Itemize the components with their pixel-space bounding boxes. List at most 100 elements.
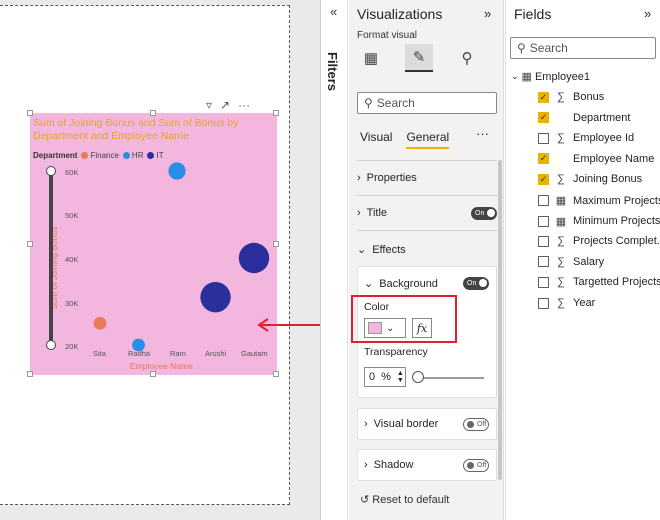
field-checkbox[interactable] (538, 276, 549, 288)
field-checkbox[interactable] (538, 195, 549, 206)
transparency-unit: % (381, 371, 391, 383)
expand-filters-icon[interactable]: « (330, 4, 337, 19)
table-name: Employee1 (534, 70, 590, 83)
field-item[interactable]: ▦ Maximum Projects (538, 194, 660, 207)
fields-search-input[interactable]: ⚲ Search (510, 37, 656, 59)
field-label: Minimum Projects (573, 215, 660, 228)
field-label: Employee Id (573, 132, 635, 145)
chevron-right-icon: › (364, 459, 368, 471)
visual-border-toggle-text: Off (477, 421, 487, 428)
data-point-ram[interactable] (168, 162, 186, 180)
field-checkbox[interactable] (538, 235, 549, 247)
canvas-bottom-bar (0, 505, 320, 520)
more-options-icon[interactable]: ··· (238, 98, 250, 112)
reset-label: Reset to default (372, 494, 450, 506)
field-label: Employee Name (573, 152, 655, 165)
transparency-label: Transparency (364, 346, 504, 358)
field-label: Joining Bonus (573, 173, 643, 186)
visualizations-scrollbar[interactable] (498, 160, 502, 480)
field-item[interactable]: ▦ Minimum Projects (538, 215, 660, 228)
format-visual-icon[interactable]: ✎ (405, 44, 433, 72)
data-point-sita[interactable] (93, 316, 107, 330)
collapse-visualizations-icon[interactable]: » (484, 6, 491, 21)
resize-handle[interactable] (27, 371, 33, 377)
search-icon: ⚲ (364, 96, 373, 110)
format-visual-label: Format visual (357, 30, 418, 41)
field-checkbox[interactable] (538, 256, 549, 268)
transparency-label-text: Transparency (364, 346, 428, 358)
field-checkbox[interactable]: ✓ (538, 153, 549, 165)
filter-icon[interactable]: ▿ (206, 98, 212, 112)
table-icon: ▦ (521, 71, 532, 83)
sigma-icon: ∑ (557, 132, 565, 145)
reset-icon: ↺ (360, 494, 370, 506)
field-label: Projects Complet... (573, 235, 660, 248)
field-label: Department (573, 111, 631, 124)
field-item[interactable]: ✓ ∑ Joining Bonus (538, 173, 642, 185)
resize-handle[interactable] (27, 110, 33, 116)
reset-to-default-button[interactable]: ↺ Reset to default (360, 493, 449, 506)
resize-handle[interactable] (273, 371, 279, 377)
divider (357, 230, 497, 231)
background-toggle-text: On (467, 280, 477, 287)
collapse-fields-icon[interactable]: » (644, 6, 651, 21)
field-checkbox[interactable] (538, 215, 549, 227)
field-item[interactable]: ∑ Salary (538, 256, 604, 268)
format-search-input[interactable]: ⚲ Search (357, 92, 497, 114)
spinner-icon[interactable]: ▲ ▼ (397, 370, 404, 384)
field-item[interactable]: ✓ Employee Name (538, 153, 654, 165)
field-label: Targetted Projects (573, 276, 660, 289)
table-employee1[interactable]: ⌄ ▦ Employee1 (511, 70, 590, 84)
resize-handle[interactable] (273, 241, 279, 247)
field-item[interactable]: ∑ Targetted Projects (538, 276, 660, 288)
transparency-slider-handle[interactable] (412, 371, 424, 383)
field-item[interactable]: ∑ Year (538, 297, 595, 309)
build-visual-icon[interactable]: ▦ (357, 44, 385, 72)
scatter-chart-visual[interactable]: Sum of Joining Bonus and Sum of Bonus by… (27, 110, 279, 377)
properties-section-header[interactable]: › Properties (357, 172, 497, 184)
sigma-icon: ∑ (557, 255, 565, 268)
format-search-placeholder: Search (376, 96, 415, 110)
field-item[interactable]: ∑ Employee Id (538, 132, 634, 144)
field-item[interactable]: ✓ ∑ Bonus (538, 91, 604, 103)
filters-label: Filters (325, 52, 340, 92)
filters-pane-collapsed[interactable]: « Filters (320, 0, 348, 520)
resize-handle[interactable] (150, 371, 156, 377)
shadow-toggle[interactable]: Off (463, 459, 489, 472)
resize-handle[interactable] (150, 110, 156, 116)
field-checkbox[interactable] (538, 132, 549, 144)
chevron-down-icon: ⌄ (357, 244, 367, 256)
field-checkbox[interactable]: ✓ (538, 112, 549, 124)
tab-general[interactable]: General (406, 130, 450, 149)
field-item[interactable]: ∑ Projects Complet... (538, 235, 660, 247)
resize-handle[interactable] (273, 110, 279, 116)
effects-section-header[interactable]: ⌄ Effects (357, 243, 497, 257)
sigma-icon: ∑ (557, 91, 565, 103)
field-checkbox[interactable]: ✓ (538, 91, 549, 103)
field-checkbox[interactable]: ✓ (538, 173, 549, 185)
shadow-toggle-text: Off (477, 462, 487, 469)
analytics-icon[interactable]: ⚲ (453, 44, 481, 72)
sigma-icon: ∑ (557, 235, 565, 248)
field-checkbox[interactable] (538, 297, 549, 309)
focus-mode-icon[interactable]: ↗ (220, 98, 230, 112)
field-label: Maximum Projects (573, 194, 660, 207)
data-point-radha[interactable] (132, 338, 145, 352)
transparency-input[interactable]: 0 % ▲ ▼ (364, 367, 406, 387)
visual-border-toggle[interactable]: Off (463, 418, 489, 431)
transparency-slider-track[interactable] (416, 377, 484, 379)
title-toggle[interactable]: On (471, 207, 497, 220)
data-point-arushi[interactable] (200, 281, 231, 313)
field-label: Salary (573, 255, 605, 268)
data-point-gautam[interactable] (238, 242, 270, 274)
field-item[interactable]: ✓ Department (538, 112, 630, 124)
tab-visual[interactable]: Visual (360, 130, 392, 149)
more-options-icon[interactable]: ··· (476, 126, 489, 141)
resize-handle[interactable] (27, 241, 33, 247)
chevron-down-icon: ⌄ (364, 278, 374, 290)
chevron-right-icon: › (364, 418, 368, 430)
background-toggle[interactable]: On (463, 277, 489, 290)
field-label: Year (573, 297, 596, 309)
title-label: Title (366, 207, 388, 219)
transparency-value: 0 (369, 371, 376, 383)
